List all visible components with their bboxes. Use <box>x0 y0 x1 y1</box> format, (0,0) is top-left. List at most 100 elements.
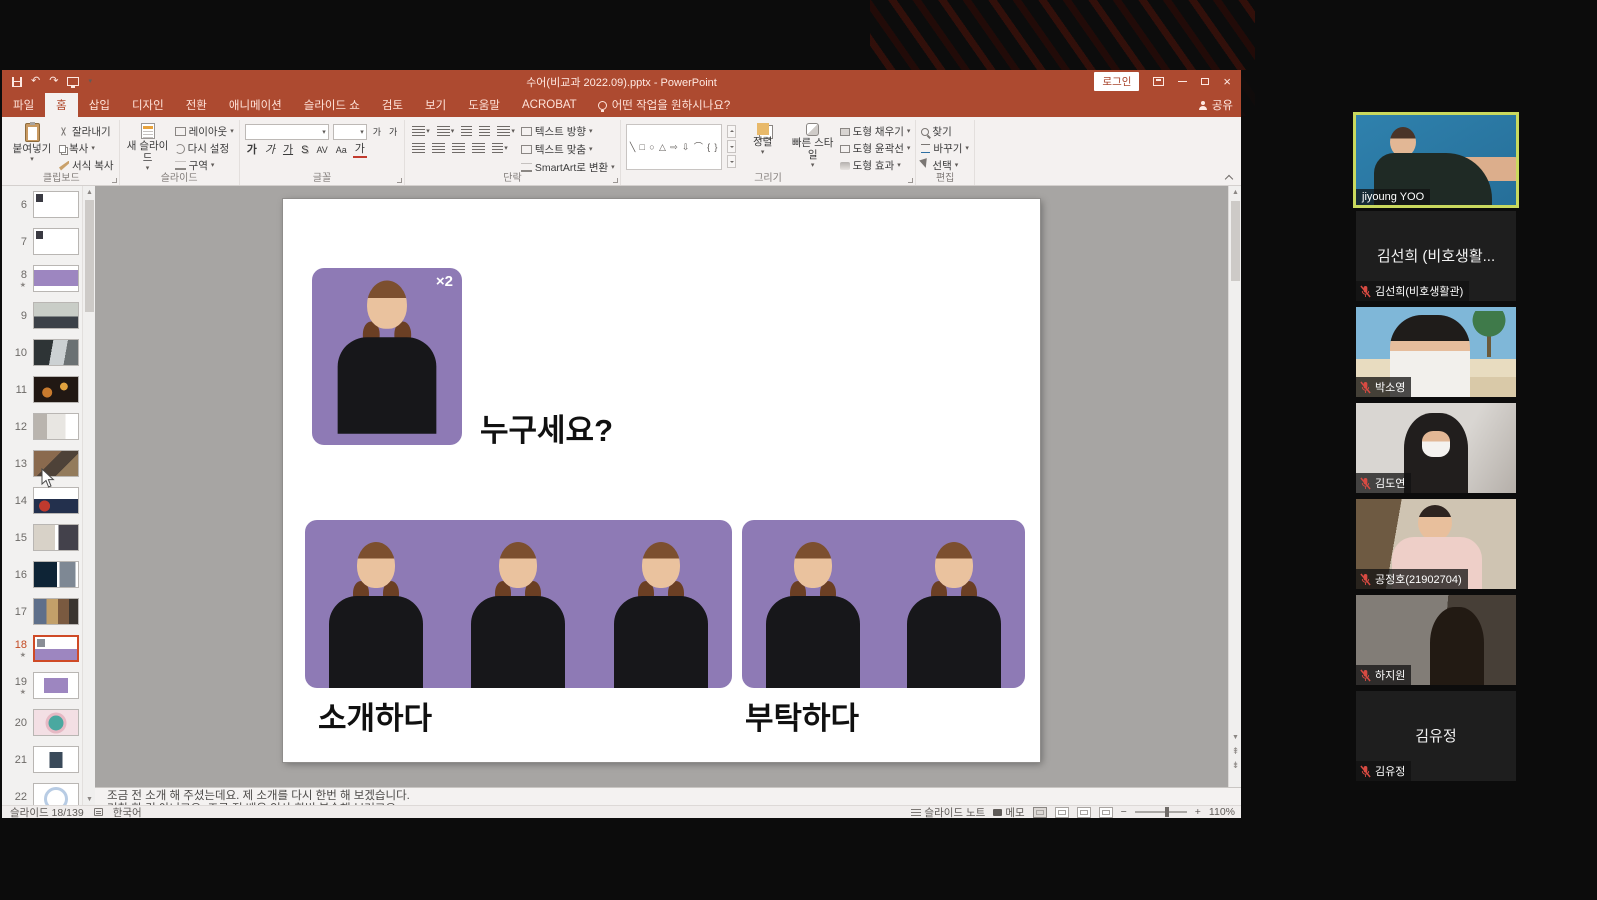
reading-view-button[interactable] <box>1077 807 1091 818</box>
gallery-more-icon[interactable] <box>727 155 736 168</box>
tab-design[interactable]: 디자인 <box>121 93 175 117</box>
font-name-combo[interactable]: ▾ <box>245 124 329 140</box>
caption-introduce[interactable]: 소개하다 <box>318 693 432 738</box>
minimize-button[interactable] <box>1178 81 1187 82</box>
bold-button[interactable]: 가 <box>245 144 259 157</box>
zoom-slider-thumb[interactable] <box>1165 807 1169 817</box>
shape-outline-button[interactable]: 도형 윤곽선▾ <box>840 141 911 156</box>
qat-dropdown-icon[interactable]: ▾ <box>88 78 92 85</box>
tab-help[interactable]: 도움말 <box>457 93 511 117</box>
find-button[interactable]: 찾기 <box>921 124 969 139</box>
reset-button[interactable]: 다시 설정 <box>175 141 234 156</box>
text-shadow-button[interactable]: S <box>299 144 310 157</box>
zoom-in-button[interactable]: + <box>1195 806 1201 818</box>
scrollbar-thumb[interactable] <box>85 200 94 312</box>
slideshow-view-button[interactable] <box>1099 807 1113 818</box>
normal-view-button[interactable] <box>1033 807 1047 818</box>
arrange-button[interactable]: 정렬 ▾ <box>740 121 786 172</box>
participant-tile-parksoyoung[interactable]: 박소영 <box>1356 307 1516 397</box>
participant-tile-kimyoojung[interactable]: 김유정 김유정 <box>1356 691 1516 781</box>
increase-indent-button[interactable] <box>477 125 492 137</box>
scroll-up-icon[interactable]: ▲ <box>83 186 95 198</box>
participant-tile-hajiwon[interactable]: 하지원 <box>1356 595 1516 685</box>
align-right-button[interactable] <box>450 142 467 154</box>
close-button[interactable]: × <box>1223 75 1231 88</box>
save-icon[interactable] <box>12 77 22 87</box>
zoom-out-button[interactable]: − <box>1121 806 1127 818</box>
tab-acrobat[interactable]: ACROBAT <box>511 93 588 117</box>
sign-image-introduce[interactable] <box>305 520 732 688</box>
tab-file[interactable]: 파일 <box>2 93 45 117</box>
tab-view[interactable]: 보기 <box>414 93 457 117</box>
tab-review[interactable]: 검토 <box>371 93 414 117</box>
paste-button[interactable]: 붙여넣기 ▾ <box>9 121 55 172</box>
numbering-button[interactable]: ▾ <box>435 125 457 137</box>
participant-tile-kimdoyeon[interactable]: 김도연 <box>1356 403 1516 493</box>
participant-tile-jiyoung-yoo[interactable]: jiyoung YOO <box>1356 115 1516 205</box>
memo-toggle-button[interactable]: 메모 <box>993 805 1024 820</box>
underline-button[interactable]: 가 <box>281 144 295 157</box>
gallery-down-icon[interactable] <box>727 140 736 153</box>
line-spacing-button[interactable]: ▾ <box>495 125 517 137</box>
slide-canvas[interactable]: ×2 누구세요? 소개하다 부탁하다 <box>283 199 1040 762</box>
redo-icon[interactable]: ↷ <box>49 76 58 87</box>
copy-button[interactable]: 복사▾ <box>59 141 114 156</box>
slideshow-icon[interactable] <box>67 77 79 86</box>
slide-question-text[interactable]: 누구세요? <box>480 405 613 450</box>
previous-slide-button[interactable]: ⇞ <box>1229 745 1242 758</box>
collapse-ribbon-icon[interactable] <box>1225 173 1233 181</box>
tab-animations[interactable]: 애니메이션 <box>218 93 293 117</box>
italic-button[interactable]: 가 <box>263 144 277 157</box>
notes-toggle-button[interactable]: 슬라이드 노트 <box>911 805 985 820</box>
login-button[interactable]: 로그인 <box>1094 72 1139 91</box>
scrollbar-thumb[interactable] <box>1231 201 1240 281</box>
tell-me-box[interactable]: 어떤 작업을 원하시나요? <box>588 93 741 117</box>
columns-button[interactable]: ▾ <box>490 142 510 154</box>
font-size-combo[interactable]: ▾ <box>333 124 367 140</box>
zoom-level[interactable]: 110% <box>1209 806 1235 818</box>
font-color-button[interactable]: 가 <box>353 143 367 158</box>
undo-icon[interactable]: ↶ <box>31 76 40 87</box>
participant-tile-gongjungho[interactable]: 공정호(21902704) <box>1356 499 1516 589</box>
editor-scrollbar[interactable]: ▲ ▼ ⇞ ⇟ <box>1228 186 1241 787</box>
text-direction-button[interactable]: 텍스트 방향▾ <box>521 124 615 139</box>
thumbnail-scrollbar[interactable]: ▲ ▼ <box>82 186 95 805</box>
notes-pane[interactable]: 조금 전 소개 해 주셨는데요. 제 소개를 다시 한번 해 보겠습니다. 거창… <box>95 787 1241 805</box>
slide-sorter-view-button[interactable] <box>1055 807 1069 818</box>
replace-button[interactable]: 바꾸기▾ <box>921 141 969 156</box>
dialog-launcher-icon[interactable] <box>613 178 618 183</box>
caption-ask-favor[interactable]: 부탁하다 <box>745 693 859 738</box>
tab-transitions[interactable]: 전환 <box>175 93 218 117</box>
tab-insert[interactable]: 삽입 <box>78 93 121 117</box>
scroll-up-icon[interactable]: ▲ <box>1229 186 1242 199</box>
decrease-indent-button[interactable] <box>459 125 474 137</box>
align-left-button[interactable] <box>410 142 427 154</box>
sign-image-ask-favor[interactable] <box>742 520 1025 688</box>
justify-button[interactable] <box>470 142 487 154</box>
tab-home[interactable]: 홈 <box>45 93 78 117</box>
align-text-button[interactable]: 텍스트 맞춤▾ <box>521 142 615 157</box>
decrease-font-button[interactable]: 가 <box>387 127 399 138</box>
restore-button[interactable] <box>1201 78 1209 85</box>
proofing-icon[interactable] <box>94 808 103 816</box>
dialog-launcher-icon[interactable] <box>397 178 402 183</box>
increase-font-button[interactable]: 가 <box>371 127 383 138</box>
shape-fill-button[interactable]: 도형 채우기▾ <box>840 124 911 139</box>
participant-tile-kimsunhee[interactable]: 김선희 (비호생활... 김선희(비호생활관) <box>1356 211 1516 301</box>
change-case-button[interactable]: Aa <box>334 145 349 156</box>
ribbon-display-options-button[interactable] <box>1153 77 1164 86</box>
cut-button[interactable]: 잘라내기 <box>59 124 114 139</box>
align-center-button[interactable] <box>430 142 447 154</box>
dialog-launcher-icon[interactable] <box>112 178 117 183</box>
scroll-down-icon[interactable]: ▼ <box>1229 731 1242 744</box>
next-slide-button[interactable]: ⇟ <box>1229 759 1242 772</box>
quick-styles-button[interactable]: 빠른 스타일 ▾ <box>790 121 836 172</box>
gallery-up-icon[interactable] <box>727 125 736 138</box>
bullets-button[interactable]: ▾ <box>410 125 432 137</box>
shapes-gallery[interactable]: ╲ □ ○ △ ⇨ ⇩ ⌒ { } <box>626 124 722 170</box>
share-button[interactable]: 공유 <box>1199 93 1233 117</box>
sign-image-whoareyou[interactable]: ×2 <box>312 268 462 445</box>
scroll-down-icon[interactable]: ▼ <box>83 793 95 805</box>
tab-slideshow[interactable]: 슬라이드 쇼 <box>293 93 371 117</box>
language-indicator[interactable]: 한국어 <box>113 805 142 820</box>
